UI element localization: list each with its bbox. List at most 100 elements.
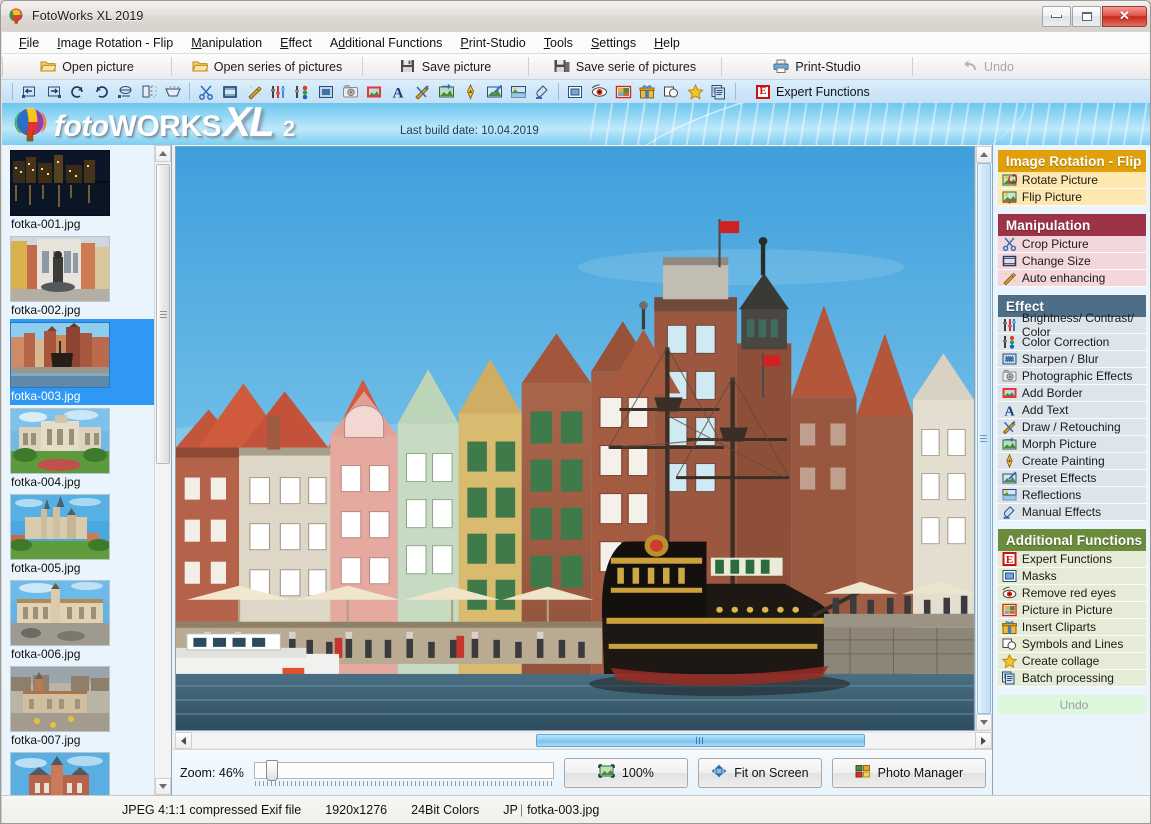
list-item[interactable]: fotka-001.jpg (10, 147, 154, 233)
menu-print-studio[interactable]: Print-Studio (451, 34, 534, 52)
image-vertical-scrollbar[interactable] (974, 146, 992, 731)
sidebar-item-create-painting[interactable]: Create Painting (997, 453, 1146, 470)
perspective-icon[interactable] (161, 81, 185, 102)
list-item[interactable]: fotka-007.jpg (10, 663, 154, 749)
scrollbar-track[interactable] (155, 162, 171, 778)
sidebar-item-preset-effects[interactable]: Preset Effects (997, 470, 1146, 487)
zoom-slider[interactable] (253, 759, 554, 786)
scroll-right-button[interactable] (974, 732, 992, 749)
preset-effects-icon[interactable] (482, 81, 506, 102)
picture-in-picture-icon[interactable] (611, 81, 635, 102)
list-item[interactable]: fotka-008.jpg (10, 749, 154, 795)
manual-effects-icon[interactable] (530, 81, 554, 102)
color-correction-icon[interactable] (290, 81, 314, 102)
batch-processing-icon[interactable] (707, 81, 731, 102)
sidebar-item-change-size[interactable]: Change Size (997, 253, 1146, 270)
crop-scissors-icon[interactable] (194, 81, 218, 102)
sidebar-item-symbols-and-lines[interactable]: Symbols and Lines (997, 636, 1146, 653)
flip-vertical-icon[interactable] (113, 81, 137, 102)
list-item[interactable]: fotka-005.jpg (10, 491, 154, 577)
sidebar-item-reflections[interactable]: Reflections (997, 487, 1146, 504)
rotate-right-icon[interactable] (41, 81, 65, 102)
sidebar-item-expert-functions[interactable]: E Expert Functions (997, 551, 1146, 568)
scrollbar-track[interactable] (975, 163, 992, 714)
menu-image-rotation-flip[interactable]: Image Rotation - Flip (48, 34, 182, 52)
sharpen-blur-icon[interactable] (314, 81, 338, 102)
scroll-down-button[interactable] (975, 714, 992, 731)
menu-file[interactable]: File (10, 34, 48, 52)
menu-manipulation[interactable]: Manipulation (182, 34, 271, 52)
scroll-left-button[interactable] (175, 732, 192, 749)
photo-manager-button[interactable]: Photo Manager (831, 757, 986, 788)
sidebar-item-photographic-effects[interactable]: Photographic Effects (997, 368, 1146, 385)
add-text-icon[interactable]: A (386, 81, 410, 102)
menu-help[interactable]: Help (645, 34, 689, 52)
sidebar-item-add-border[interactable]: Add Border (997, 385, 1146, 402)
scrollbar-thumb[interactable] (156, 164, 170, 464)
image-canvas[interactable] (175, 146, 975, 731)
sidebar-item-flip-picture[interactable]: Flip Picture (997, 189, 1146, 206)
reflections-icon[interactable] (506, 81, 530, 102)
rotate-cw-icon[interactable] (89, 81, 113, 102)
remove-red-eyes-icon[interactable] (587, 81, 611, 102)
open-picture-button[interactable]: Open picture (3, 54, 171, 79)
sidebar-item-draw-retouching[interactable]: Draw / Retouching (997, 419, 1146, 436)
sidebar-item-sharpen-blur[interactable]: Sharpen / Blur (997, 351, 1146, 368)
list-item[interactable]: fotka-002.jpg (10, 233, 154, 319)
open-series-button[interactable]: Open series of pictures (172, 54, 362, 79)
zoom-slider-track[interactable] (253, 761, 554, 779)
masks-icon[interactable] (563, 81, 587, 102)
print-studio-button[interactable]: Print-Studio (722, 54, 912, 79)
symbols-and-lines-icon[interactable] (659, 81, 683, 102)
photographic-effects-icon[interactable] (338, 81, 362, 102)
sidebar-item-insert-cliparts[interactable]: Insert Cliparts (997, 619, 1146, 636)
minimize-button[interactable] (1042, 5, 1071, 27)
image-horizontal-scrollbar[interactable] (175, 732, 992, 749)
zoom-slider-handle[interactable] (265, 759, 278, 781)
sidebar-item-masks[interactable]: Masks (997, 568, 1146, 585)
draw-retouching-icon[interactable] (410, 81, 434, 102)
menu-additional-functions[interactable]: Additional Functions (321, 34, 452, 52)
fit-on-screen-button[interactable]: Fit on Screen (697, 757, 822, 788)
sidebar-item-auto-enhancing[interactable]: Auto enhancing (997, 270, 1146, 287)
scrollbar-thumb[interactable] (536, 734, 866, 747)
sidebar-item-crop-picture[interactable]: Crop Picture (997, 236, 1146, 253)
save-picture-button[interactable]: Save picture (363, 54, 528, 79)
auto-enhance-wand-icon[interactable] (242, 81, 266, 102)
morph-picture-icon[interactable] (434, 81, 458, 102)
zoom-100-button[interactable]: 100% (563, 757, 688, 788)
flip-horizontal-icon[interactable] (137, 81, 161, 102)
menu-tools[interactable]: Tools (535, 34, 582, 52)
sidebar-item-batch-processing[interactable]: Batch processing (997, 670, 1146, 687)
scroll-down-button[interactable] (155, 778, 171, 795)
menu-settings[interactable]: Settings (582, 34, 645, 52)
menu-effect[interactable]: Effect (271, 34, 321, 52)
brightness-contrast-icon[interactable] (266, 81, 290, 102)
undo-button[interactable]: Undo (913, 54, 1063, 79)
sidebar-item-remove-red-eyes[interactable]: Remove red eyes (997, 585, 1146, 602)
list-item[interactable]: fotka-006.jpg (10, 577, 154, 663)
scrollbar-thumb[interactable] (976, 163, 991, 714)
sidebar-item-brightness-contrast-color[interactable]: Brightness/ Contrast/ Color (997, 311, 1146, 339)
maximize-button[interactable] (1072, 5, 1101, 27)
rotate-ccw-icon[interactable] (65, 81, 89, 102)
list-item[interactable]: fotka-003.jpg (10, 319, 154, 405)
list-item[interactable]: fotka-004.jpg (10, 405, 154, 491)
create-collage-icon[interactable] (683, 81, 707, 102)
expert-functions-button[interactable]: E Expert Functions (750, 84, 876, 100)
sidebar-undo-button[interactable]: Undo (997, 695, 1146, 714)
sidebar-item-morph-picture[interactable]: Morph Picture (997, 436, 1146, 453)
thumbnail-list[interactable]: fotka-001.jpg fotka-002.jpg fotka-003.jp… (2, 145, 154, 795)
sidebar-item-manual-effects[interactable]: Manual Effects (997, 504, 1146, 521)
insert-cliparts-icon[interactable] (635, 81, 659, 102)
close-button[interactable]: ✕ (1102, 5, 1147, 27)
change-size-icon[interactable] (218, 81, 242, 102)
thumbnail-scrollbar[interactable] (154, 145, 171, 795)
sidebar-item-create-collage[interactable]: Create collage (997, 653, 1146, 670)
rotate-left-icon[interactable] (17, 81, 41, 102)
scrollbar-track[interactable] (192, 732, 975, 749)
scroll-up-button[interactable] (155, 145, 171, 162)
scroll-up-button[interactable] (975, 146, 992, 163)
create-painting-icon[interactable] (458, 81, 482, 102)
add-border-icon[interactable] (362, 81, 386, 102)
